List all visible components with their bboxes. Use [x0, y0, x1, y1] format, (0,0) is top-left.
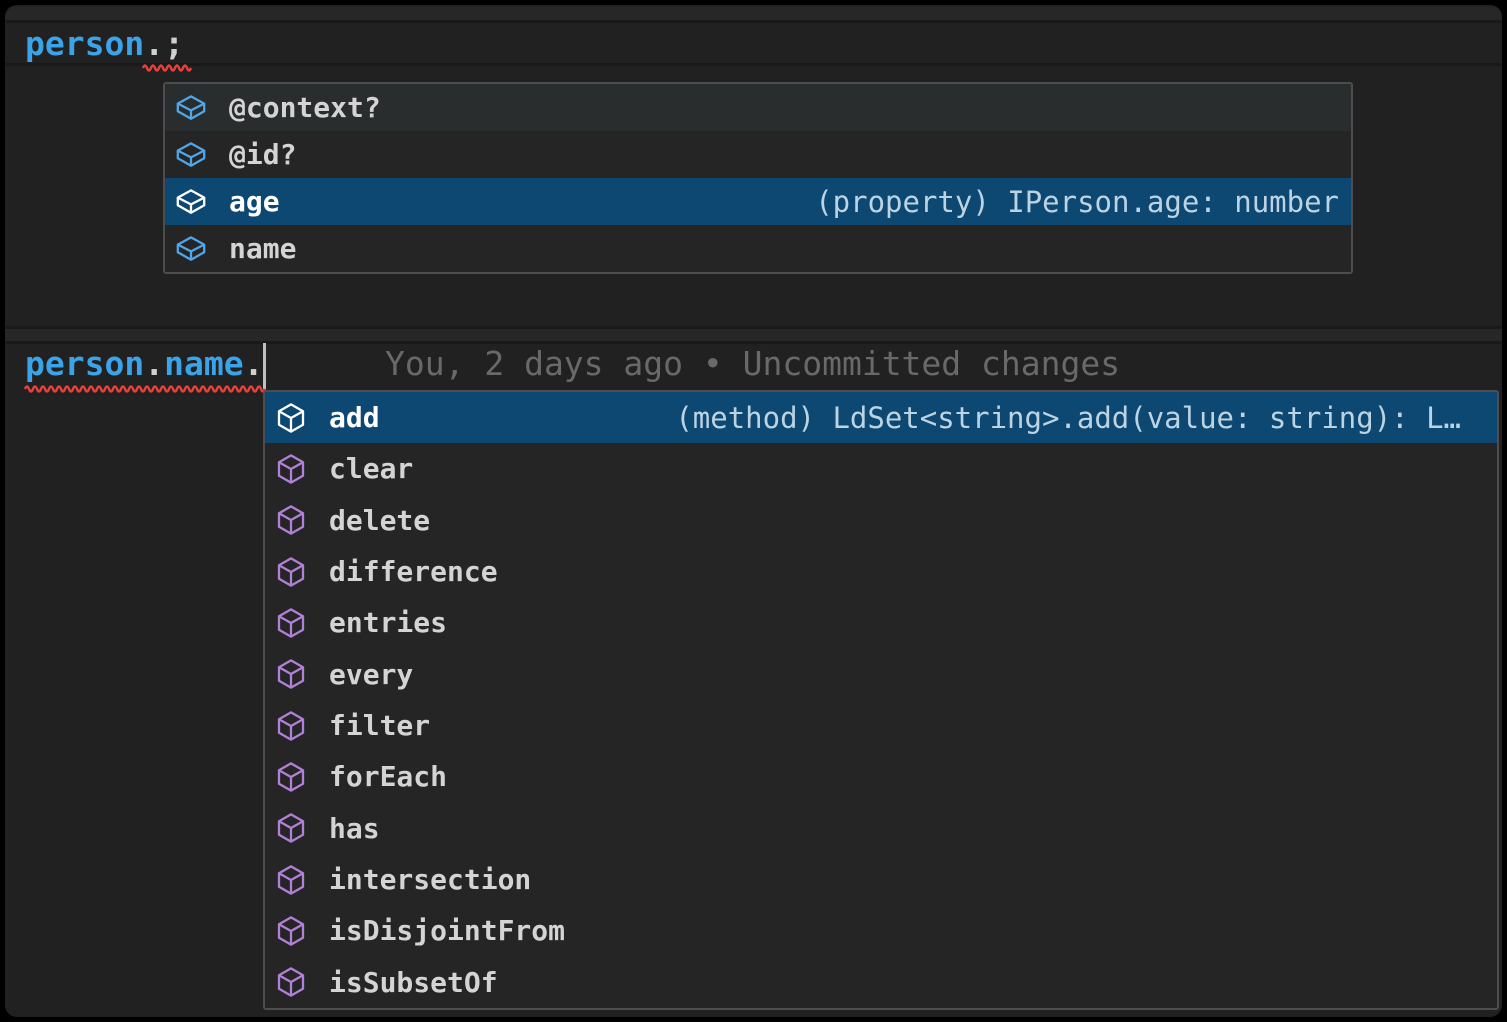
suggest-item-label: filter: [329, 709, 430, 742]
suggest-item-detail: (property) IPerson.age: number: [815, 185, 1339, 219]
suggest-item-filter[interactable]: filter: [265, 700, 1497, 751]
code-line-bottom[interactable]: person.name.: [25, 341, 263, 385]
code-token: person: [25, 24, 144, 63]
symbol-field-icon: [175, 233, 207, 265]
suggest-item-label: difference: [329, 555, 498, 588]
suggest-item-label: add: [329, 401, 380, 434]
suggest-item-has[interactable]: has: [265, 803, 1497, 854]
symbol-field-icon: [175, 186, 207, 218]
window-top-strip-border: [5, 20, 1502, 23]
suggest-item-isdisjointfrom[interactable]: isDisjointFrom: [265, 905, 1497, 956]
symbol-method-icon: [275, 812, 307, 844]
symbol-method-icon: [275, 402, 307, 434]
symbol-method-icon: [275, 504, 307, 536]
symbol-field-icon: [175, 139, 207, 171]
window-top-strip: [5, 7, 1502, 20]
suggest-item-add[interactable]: add (method) LdSet<string>.add(value: st…: [265, 392, 1497, 443]
editor-screen: person.; @context? @id?: [5, 5, 1502, 1017]
code-token: .: [244, 344, 264, 383]
suggest-item-label: clear: [329, 452, 413, 485]
suggest-item-label: name: [229, 232, 296, 265]
current-line-border: [5, 63, 1502, 66]
code-token: name: [164, 344, 243, 383]
code-line-top[interactable]: person.;: [25, 21, 184, 65]
suggest-item-foreach[interactable]: forEach: [265, 751, 1497, 802]
suggest-item-label: age: [229, 185, 280, 218]
suggest-item-detail: (method) LdSet<string>.add(value: string…: [675, 401, 1461, 435]
code-token: person: [25, 344, 144, 383]
suggest-item-id[interactable]: @id?: [165, 131, 1351, 178]
symbol-method-icon: [275, 556, 307, 588]
suggest-item-label: delete: [329, 504, 430, 537]
suggest-item-label: intersection: [329, 863, 531, 896]
symbol-method-icon: [275, 864, 307, 896]
suggest-item-label: forEach: [329, 760, 447, 793]
symbol-method-icon: [275, 453, 307, 485]
suggest-item-label: isDisjointFrom: [329, 914, 565, 947]
symbol-method-icon: [275, 915, 307, 947]
suggest-item-difference[interactable]: difference: [265, 546, 1497, 597]
error-squiggle: [25, 383, 263, 393]
screenshot-seam-strip: [5, 329, 1502, 341]
suggest-item-entries[interactable]: entries: [265, 597, 1497, 648]
suggest-item-intersection[interactable]: intersection: [265, 854, 1497, 905]
suggest-item-label: every: [329, 658, 413, 691]
git-blame-annotation: You, 2 days ago • Uncommitted changes: [385, 341, 1120, 385]
suggest-item-context[interactable]: @context?: [165, 84, 1351, 131]
suggest-widget-properties: @context? @id? age (property) IPerson.ag…: [163, 82, 1353, 274]
screenshot-frame: person.; @context? @id?: [0, 0, 1507, 1022]
symbol-method-icon: [275, 710, 307, 742]
suggest-item-label: entries: [329, 606, 447, 639]
suggest-item-every[interactable]: every: [265, 649, 1497, 700]
text-cursor: [263, 343, 266, 389]
error-squiggle: [143, 62, 185, 72]
symbol-method-icon: [275, 761, 307, 793]
suggest-item-label: has: [329, 812, 380, 845]
suggest-item-label: @id?: [229, 138, 296, 171]
suggest-item-issubsetof[interactable]: isSubsetOf: [265, 957, 1497, 1008]
symbol-method-icon: [275, 658, 307, 690]
code-token: ;: [164, 24, 184, 63]
code-token: .: [144, 24, 164, 63]
suggest-widget-methods: add (method) LdSet<string>.add(value: st…: [263, 390, 1499, 1010]
suggest-item-delete[interactable]: delete: [265, 495, 1497, 546]
symbol-field-icon: [175, 92, 207, 124]
code-token: .: [144, 344, 164, 383]
suggest-item-age[interactable]: age (property) IPerson.age: number: [165, 178, 1351, 225]
symbol-method-icon: [275, 607, 307, 639]
suggest-item-label: @context?: [229, 91, 381, 124]
symbol-method-icon: [275, 966, 307, 998]
suggest-item-name[interactable]: name: [165, 225, 1351, 272]
suggest-item-clear[interactable]: clear: [265, 443, 1497, 494]
suggest-item-label: isSubsetOf: [329, 966, 498, 999]
